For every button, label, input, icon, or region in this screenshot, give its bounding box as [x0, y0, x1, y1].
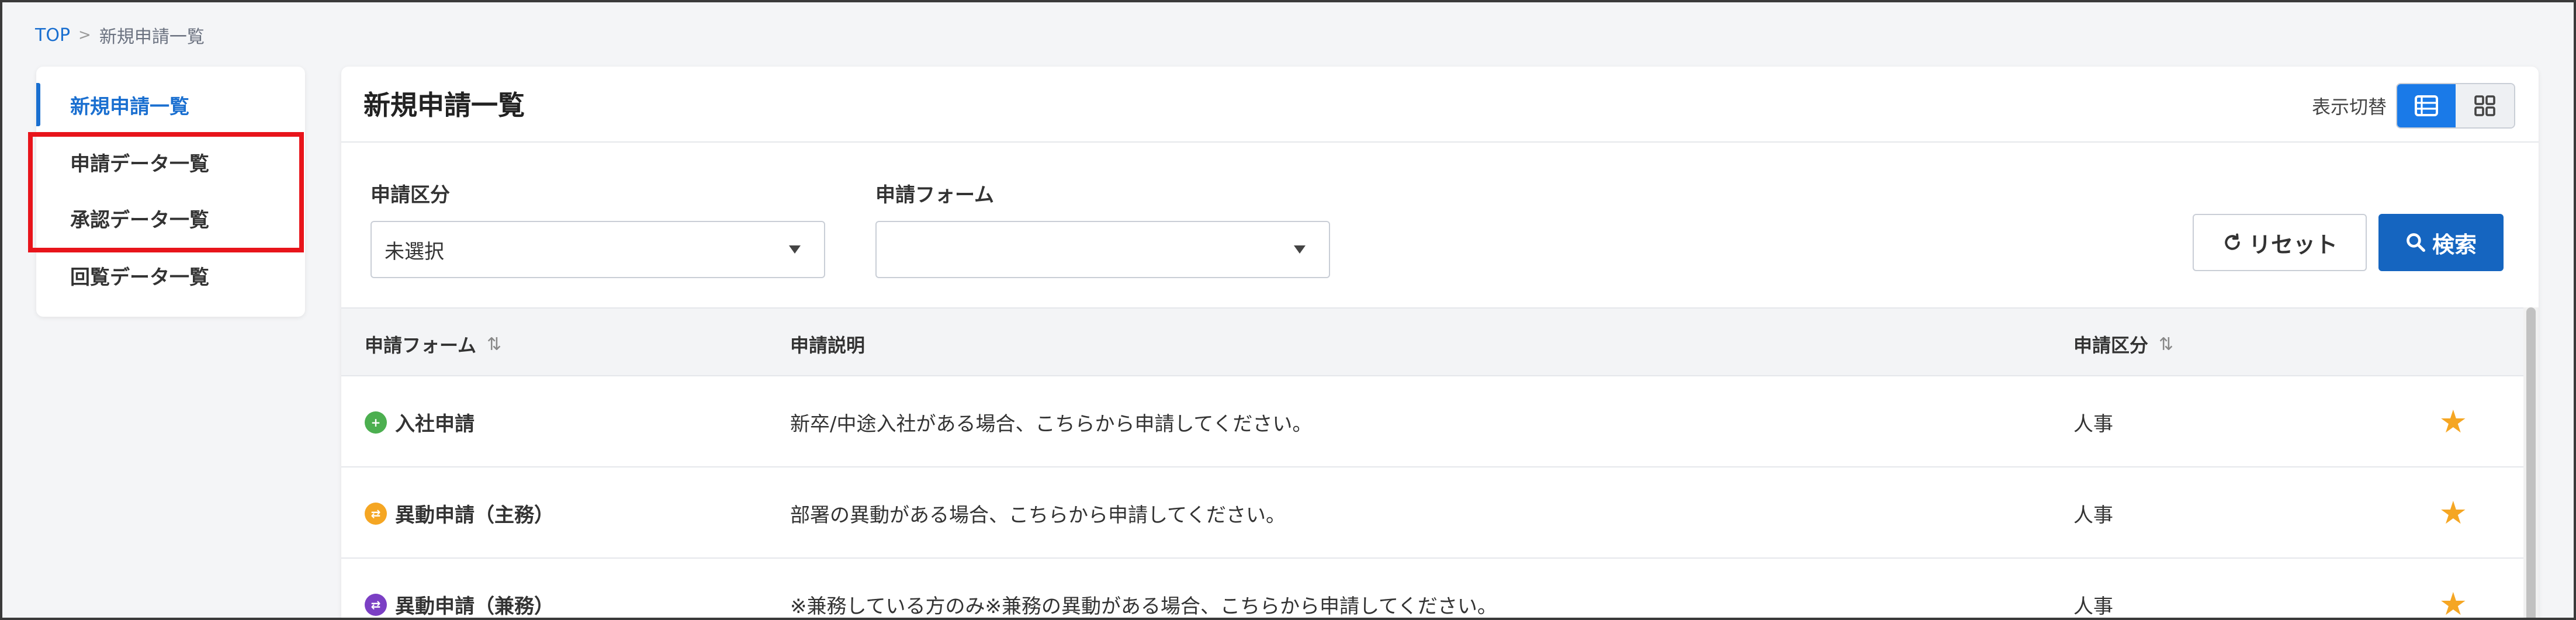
- table-row[interactable]: + 入社申請 新卒/中途入社がある場合、こちらから申請してください。 人事 ★: [341, 376, 2523, 467]
- column-header-form[interactable]: 申請フォーム ⇅: [365, 331, 501, 358]
- form-name-cell[interactable]: ⇄ 異動申請（主務）: [365, 499, 554, 528]
- app-frame: TOP > 新規申請一覧 新規申請一覧 申請データ一覧 承認データ一覧 回覧デー…: [0, 0, 2576, 620]
- description-cell: ※兼務している方のみ※兼務の異動がある場合、こちらから申請してください。: [790, 595, 1497, 618]
- sort-icon[interactable]: ⇅: [487, 334, 501, 355]
- category-select[interactable]: 未選択: [371, 221, 825, 278]
- search-icon: [2407, 233, 2426, 252]
- favorite-star-icon[interactable]: ★: [2439, 494, 2467, 531]
- sidebar-item-label: 新規申請一覧: [70, 95, 189, 119]
- sidebar-item-label: 承認データ一覧: [70, 208, 209, 232]
- form-name: 入社申請: [395, 413, 475, 436]
- table-header-row: 申請フォーム ⇅ 申請説明 申請区分 ⇅: [341, 307, 2523, 376]
- view-toggle-label: 表示切替: [2311, 96, 2387, 118]
- list-view-button[interactable]: [2397, 84, 2456, 127]
- main-header: 新規申請一覧 表示切替: [341, 67, 2539, 143]
- sidebar-item-circulation-data[interactable]: 回覧データ一覧: [36, 249, 305, 302]
- list-view-icon: [2415, 95, 2438, 116]
- form-filter-label: 申請フォーム: [875, 183, 994, 207]
- refresh-icon: [2225, 233, 2240, 250]
- sidebar-item-approval-data[interactable]: 承認データ一覧: [36, 192, 305, 244]
- chevron-down-icon: [1294, 245, 1306, 254]
- category-cell: 人事: [2073, 504, 2113, 527]
- column-header-category[interactable]: 申請区分 ⇅: [2073, 331, 2173, 358]
- sort-icon[interactable]: ⇅: [2159, 334, 2173, 355]
- category-filter-label: 申請区分: [371, 183, 450, 207]
- column-header-label: 申請区分: [2073, 334, 2149, 356]
- favorite-star-icon[interactable]: ★: [2439, 586, 2467, 618]
- table-row[interactable]: ⇄ 異動申請（兼務） ※兼務している方のみ※兼務の異動がある場合、こちらから申請…: [341, 559, 2523, 618]
- chevron-down-icon: [789, 245, 801, 254]
- column-header-description: 申請説明: [790, 331, 865, 358]
- breadcrumb-separator: >: [78, 26, 91, 44]
- description-cell: 新卒/中途入社がある場合、こちらから申請してください。: [790, 413, 1313, 436]
- reset-button[interactable]: リセット: [2193, 214, 2367, 271]
- column-header-label: 申請説明: [790, 334, 865, 356]
- grid-view-button[interactable]: [2456, 84, 2514, 127]
- column-header-label: 申請フォーム: [365, 334, 477, 356]
- sidebar-item-application-data[interactable]: 申請データ一覧: [36, 136, 305, 188]
- form-select[interactable]: [875, 221, 1330, 278]
- reset-button-label: リセット: [2248, 231, 2338, 258]
- breadcrumb-current: 新規申請一覧: [99, 27, 205, 47]
- sidebar-item-label: 申請データ一覧: [70, 152, 209, 176]
- search-button-label: 検索: [2432, 231, 2477, 258]
- form-name: 異動申請（兼務）: [395, 595, 554, 618]
- description-cell: 部署の異動がある場合、こちらから申請してください。: [790, 504, 1286, 527]
- breadcrumb-home-link[interactable]: TOP: [35, 25, 70, 46]
- category-cell: 人事: [2073, 595, 2113, 618]
- sidebar-item-new-application[interactable]: 新規申請一覧: [36, 78, 305, 131]
- category-cell: 人事: [2073, 413, 2113, 436]
- transfer-icon: ⇄: [365, 502, 387, 525]
- main-panel: 新規申請一覧 表示切替 申請区分 未選択 申請フォーム リセット 検索 申請フォ…: [341, 67, 2539, 618]
- breadcrumb: TOP > 新規申請一覧: [35, 22, 205, 48]
- form-name: 異動申請（主務）: [395, 504, 554, 527]
- grid-view-icon: [2474, 95, 2495, 116]
- search-button[interactable]: 検索: [2378, 214, 2504, 271]
- sidebar-item-label: 回覧データ一覧: [70, 265, 209, 289]
- page-title: 新規申請一覧: [363, 89, 525, 121]
- transfer-icon: ⇄: [365, 593, 387, 616]
- favorite-star-icon[interactable]: ★: [2439, 403, 2467, 440]
- sidebar: 新規申請一覧 申請データ一覧 承認データ一覧 回覧データ一覧: [36, 67, 305, 317]
- application-form-table: 申請フォーム ⇅ 申請説明 申請区分 ⇅ + 入社申請 新卒/中途入社がある場合…: [341, 307, 2523, 618]
- form-name-cell[interactable]: + 入社申請: [365, 408, 475, 437]
- scrollbar-thumb[interactable]: [2526, 307, 2536, 618]
- table-scrollbar[interactable]: [2523, 307, 2539, 618]
- user-plus-icon: +: [365, 411, 387, 434]
- view-toggle: [2396, 83, 2515, 129]
- table-row[interactable]: ⇄ 異動申請（主務） 部署の異動がある場合、こちらから申請してください。 人事 …: [341, 467, 2523, 559]
- category-select-value: 未選択: [385, 240, 444, 264]
- form-name-cell[interactable]: ⇄ 異動申請（兼務）: [365, 590, 554, 618]
